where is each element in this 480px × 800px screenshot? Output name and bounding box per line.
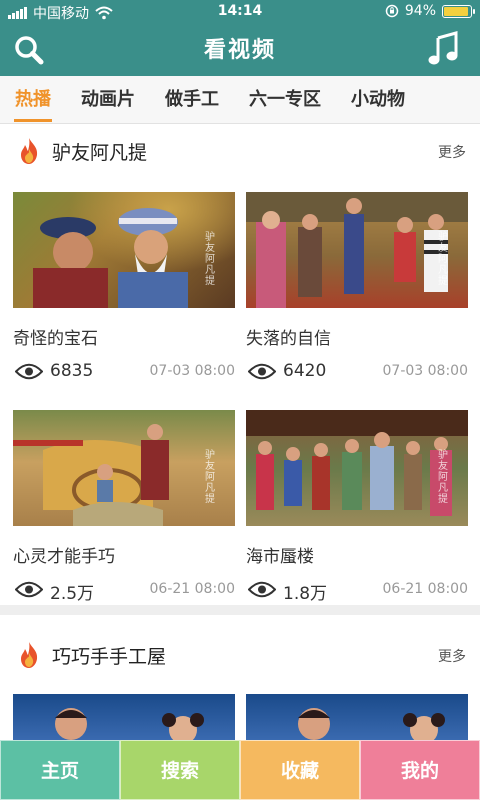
video-thumbnail[interactable]: 驴友阿凡提 [13, 410, 235, 526]
nav-profile[interactable]: 我的 [360, 740, 480, 800]
music-button[interactable] [426, 30, 462, 68]
video-thumbnail[interactable]: 驴友阿凡提 [246, 192, 468, 308]
video-card[interactable]: 驴友阿凡提 奇怪的宝石 6835 07-03 08:00 [13, 192, 235, 382]
eye-icon [248, 363, 276, 380]
section-header: 巧巧手手工屋 更多 [0, 628, 480, 680]
more-link[interactable]: 更多 [438, 646, 466, 666]
page-title: 看视频 [203, 38, 276, 63]
thumbnail-art [298, 708, 445, 740]
thumbnail-art [33, 208, 188, 308]
video-thumbnail[interactable] [13, 694, 235, 740]
bottom-nav: 主页 搜索 收藏 我的 [0, 740, 480, 800]
publish-date: 07-03 08:00 [382, 363, 468, 379]
flame-icon [21, 138, 38, 164]
video-card[interactable]: 驴友阿凡提 失落的自信 6420 07-03 08:00 [246, 192, 468, 382]
video-title[interactable]: 海市蜃楼 [246, 542, 468, 567]
section-title: 巧巧手手工屋 [52, 646, 167, 668]
section-handcraft: 巧巧手手工屋 更多 [0, 628, 480, 740]
tab-handcraft[interactable]: 做手工 [150, 76, 234, 123]
video-title[interactable]: 奇怪的宝石 [13, 324, 235, 349]
battery-icon [442, 4, 475, 18]
video-meta: 6835 07-03 08:00 [13, 360, 235, 382]
battery-fill [444, 6, 469, 16]
video-title[interactable]: 失落的自信 [246, 324, 468, 349]
section-divider [0, 605, 480, 615]
status-right: 94% [385, 3, 475, 19]
video-card[interactable] [13, 694, 235, 740]
view-count: 2.5万 [50, 584, 95, 604]
rotation-lock-icon [385, 4, 399, 18]
tab-children-day[interactable]: 六一专区 [234, 76, 336, 123]
status-bar: 中国移动 14:14 94% [0, 0, 480, 24]
watermark: 驴友阿凡提 [205, 232, 215, 287]
video-card[interactable]: 驴友阿凡提 心灵才能手巧 2.5万 06-21 08:00 [13, 410, 235, 604]
eye-icon [15, 581, 43, 598]
watermark: 驴友阿凡提 [438, 232, 448, 287]
music-note-icon [428, 31, 458, 65]
eye-icon [248, 581, 276, 598]
thumbnail-art [55, 708, 204, 740]
thumbnail-art [246, 192, 468, 308]
more-link[interactable]: 更多 [438, 142, 466, 162]
video-meta: 2.5万 06-21 08:00 [13, 578, 235, 604]
publish-date: 06-21 08:00 [149, 581, 235, 597]
view-count: 6420 [283, 361, 327, 381]
video-card[interactable] [246, 694, 468, 740]
video-meta: 1.8万 06-21 08:00 [246, 578, 468, 604]
watermark: 驴友阿凡提 [438, 450, 448, 505]
section-header: 驴友阿凡提 更多 [0, 124, 480, 176]
thumbnail-art [246, 410, 468, 516]
view-count: 6835 [50, 361, 94, 381]
thumbnail-art [13, 424, 169, 526]
watermark: 驴友阿凡提 [205, 450, 215, 505]
video-thumbnail[interactable]: 驴友阿凡提 [246, 410, 468, 526]
eye-icon [15, 363, 43, 380]
tab-hot[interactable]: 热播 [0, 76, 66, 123]
flame-icon [21, 642, 38, 668]
video-title[interactable]: 心灵才能手巧 [13, 542, 235, 567]
section-title: 驴友阿凡提 [52, 142, 148, 164]
tab-cartoon[interactable]: 动画片 [66, 76, 150, 123]
nav-favorites[interactable]: 收藏 [240, 740, 360, 800]
view-count: 1.8万 [283, 584, 328, 604]
video-thumbnail[interactable] [246, 694, 468, 740]
video-card[interactable]: 驴友阿凡提 海市蜃楼 1.8万 06-21 08:00 [246, 410, 468, 604]
publish-date: 06-21 08:00 [382, 581, 468, 597]
app-header: 看视频 [0, 24, 480, 76]
nav-search[interactable]: 搜索 [120, 740, 240, 800]
tab-animals[interactable]: 小动物 [336, 76, 420, 123]
video-thumbnail[interactable]: 驴友阿凡提 [13, 192, 235, 308]
publish-date: 07-03 08:00 [149, 363, 235, 379]
section-afanti: 驴友阿凡提 更多 驴友阿凡提 奇怪的宝石 6835 07-03 08:00 驴友… [0, 124, 480, 606]
battery-percent: 94% [404, 3, 436, 19]
nav-home[interactable]: 主页 [0, 740, 120, 800]
category-tabs: 热播 动画片 做手工 六一专区 小动物 [0, 76, 480, 124]
video-meta: 6420 07-03 08:00 [246, 360, 468, 382]
